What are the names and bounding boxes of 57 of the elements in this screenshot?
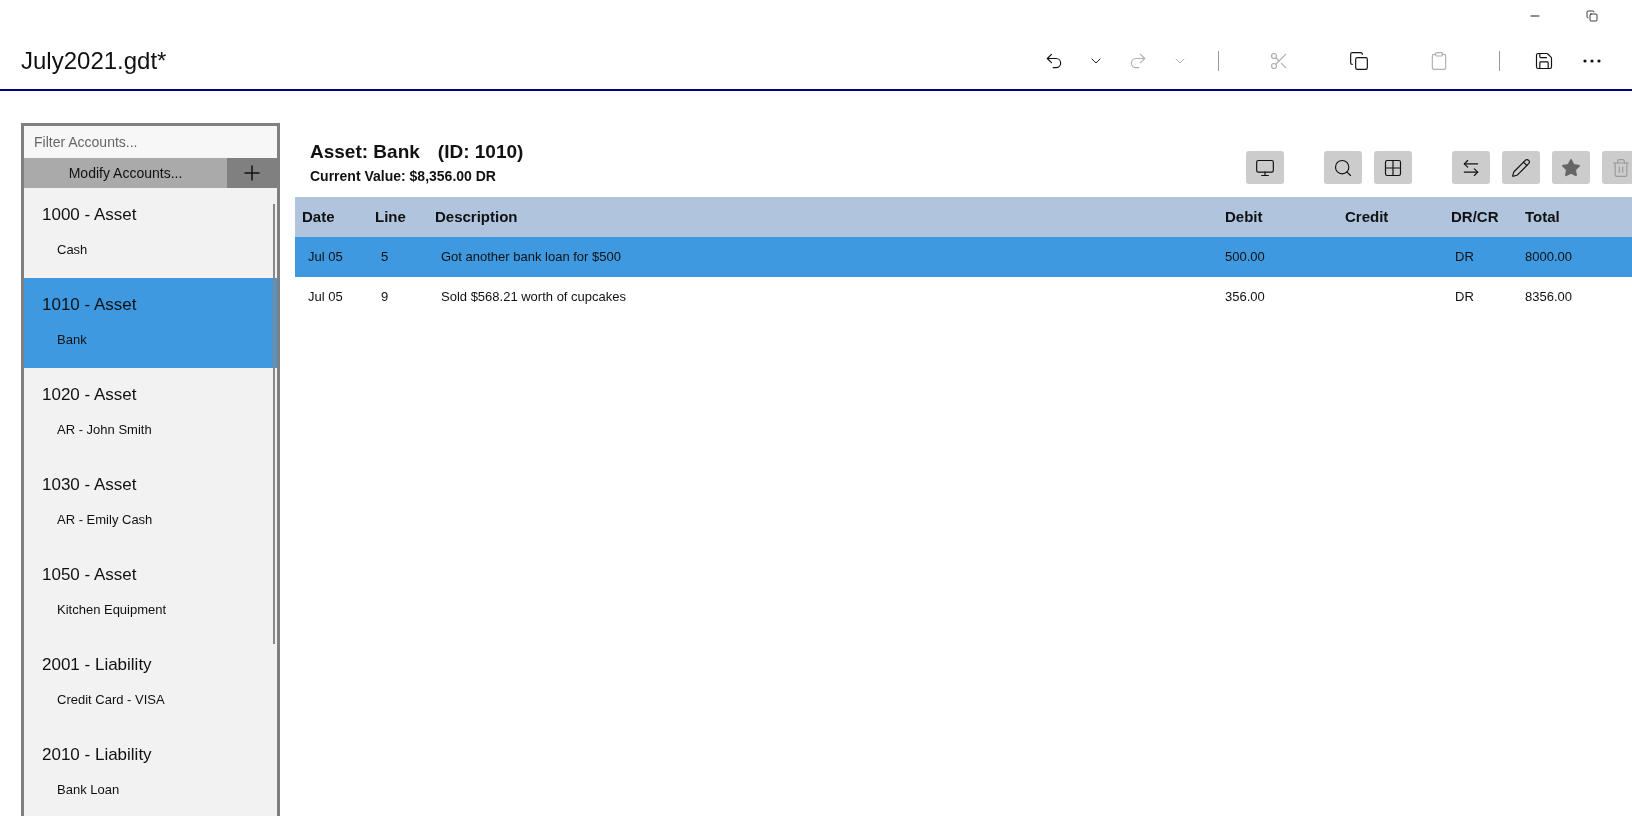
account-name: AR - John Smith bbox=[56, 420, 153, 439]
table-cell: 500.00 bbox=[1225, 249, 1265, 265]
star-button[interactable] bbox=[1552, 151, 1590, 184]
account-id: (ID: 1010) bbox=[437, 139, 524, 164]
account-number: 1050 - Asset bbox=[42, 564, 138, 586]
column-header[interactable]: Credit bbox=[1345, 205, 1451, 229]
account-item[interactable]: 1030 - Asset AR - Emily Cash bbox=[24, 458, 277, 548]
column-header[interactable]: Debit bbox=[1225, 205, 1345, 229]
table-cell: 9 bbox=[381, 289, 389, 305]
account-item[interactable]: 1020 - Asset AR - John Smith bbox=[24, 368, 277, 458]
column-header[interactable]: Description bbox=[435, 205, 1225, 229]
restore-icon bbox=[1586, 10, 1598, 22]
table-cell: 8356.00 bbox=[1525, 289, 1572, 305]
account-number: 1010 - Asset bbox=[42, 294, 138, 316]
column-header[interactable]: Date bbox=[295, 205, 375, 229]
account-number: 1000 - Asset bbox=[42, 204, 138, 226]
table-cell: DR bbox=[1455, 289, 1474, 305]
pencil-button[interactable] bbox=[1502, 151, 1540, 184]
window-title: July2021.gdt* bbox=[21, 45, 168, 76]
scrollbar[interactable] bbox=[273, 204, 275, 644]
monitor-button[interactable] bbox=[1246, 151, 1284, 184]
table-cell: 356.00 bbox=[1225, 289, 1265, 305]
current-value: Current Value: $8,356.00 DR bbox=[310, 167, 497, 186]
account-name: Credit Card - VISA bbox=[56, 690, 166, 709]
account-item[interactable]: 1000 - Asset Cash bbox=[24, 188, 277, 278]
account-item[interactable]: 1010 - Asset Bank bbox=[24, 278, 277, 368]
table-row[interactable]: Jul 05 5 Got another bank loan for $500 500.00 DR 8000.00 bbox=[295, 237, 1632, 277]
table-cell: Jul 05 bbox=[308, 249, 343, 265]
account-name: AR - Emily Cash bbox=[56, 510, 154, 529]
account-item[interactable]: 2010 - Liability Bank Loan bbox=[24, 728, 277, 816]
add-button[interactable] bbox=[227, 158, 277, 188]
account-title: Asset: Bank bbox=[310, 139, 420, 164]
search-button[interactable] bbox=[1324, 151, 1362, 184]
table-cell: 8000.00 bbox=[1525, 249, 1572, 265]
account-name: Bank Loan bbox=[56, 780, 121, 799]
account-number: 2001 - Liability bbox=[42, 654, 153, 676]
column-header[interactable]: Line bbox=[375, 205, 435, 229]
filter-field[interactable]: Filter Accounts... bbox=[24, 126, 277, 158]
column-header[interactable]: DR/CR bbox=[1451, 205, 1525, 229]
table-cell: DR bbox=[1455, 249, 1474, 265]
account-name: Cash bbox=[56, 240, 89, 259]
table-cell: 5 bbox=[381, 249, 389, 265]
account-number: 1030 - Asset bbox=[42, 474, 138, 496]
table-cell: Jul 05 bbox=[308, 289, 343, 305]
account-item[interactable]: 2001 - Liability Credit Card - VISA bbox=[24, 638, 277, 728]
column-header[interactable]: Total bbox=[1525, 205, 1632, 229]
modify-accounts-button[interactable]: Modify Accounts... bbox=[24, 158, 227, 188]
account-name: Bank bbox=[56, 330, 88, 349]
table-cell: Sold $568.21 worth of cupcakes bbox=[441, 289, 626, 305]
table-cell: Got another bank loan for $500 bbox=[441, 249, 621, 265]
arrows-button[interactable] bbox=[1452, 151, 1490, 184]
account-item[interactable]: 1050 - Asset Kitchen Equipment bbox=[24, 548, 277, 638]
account-name: Kitchen Equipment bbox=[56, 600, 168, 619]
account-number: 1020 - Asset bbox=[42, 384, 138, 406]
grid-button[interactable] bbox=[1374, 151, 1412, 184]
table-row[interactable]: Jul 05 9 Sold $568.21 worth of cupcakes 356.00 DR 8356.00 bbox=[295, 277, 1632, 317]
account-number: 2010 - Liability bbox=[42, 744, 153, 766]
